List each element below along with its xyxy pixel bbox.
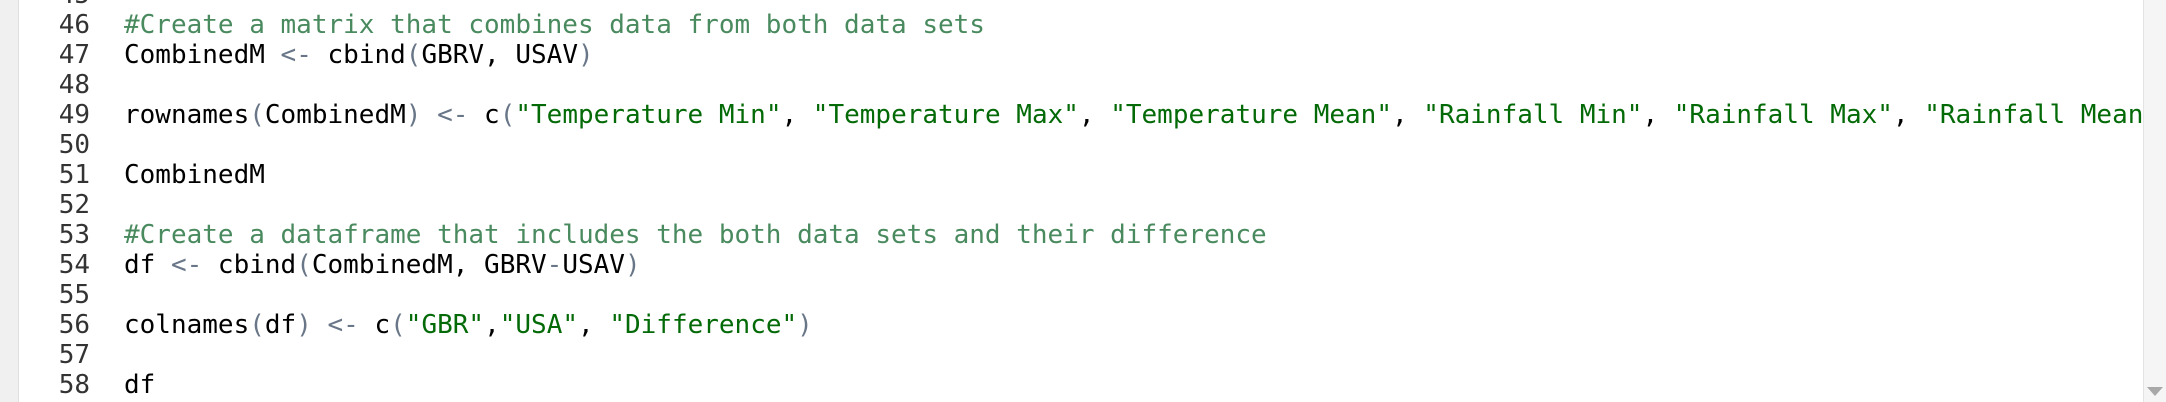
code-line[interactable]: 53 #Create a dataframe that includes the … — [18, 220, 2144, 250]
code-operator: <- — [170, 250, 203, 280]
line-number: 49 — [58, 100, 90, 130]
code-token: , — [484, 310, 500, 340]
line-number: 55 — [58, 280, 90, 310]
code-comment: #Create a matrix that combines data from… — [124, 10, 985, 40]
code-line[interactable]: 56 colnames(df) <- c("GBR","USA", "Differ… — [18, 310, 2144, 340]
line-number: 46 — [58, 10, 90, 40]
code-line[interactable]: 49 rownames(CombinedM) <- c("Temperature … — [18, 100, 2166, 130]
code-string: "Temperature Min" — [515, 100, 782, 130]
code-operator: ) — [296, 310, 312, 340]
code-operator: <- — [437, 100, 469, 130]
code-token: CombinedM, GBRV — [311, 250, 547, 280]
editor-gutter — [0, 0, 19, 402]
code-text[interactable]: df — [124, 370, 155, 400]
code-string: "GBR" — [405, 310, 485, 340]
code-string: "Temperature Max" — [812, 100, 1079, 130]
code-text[interactable]: df <- cbind(CombinedM, GBRV-USAV) — [124, 250, 641, 280]
code-string: "Temperature Mean" — [1110, 100, 1392, 130]
code-string: "Rainfall Max" — [1673, 100, 1893, 130]
code-line[interactable]: 55 — [18, 280, 2144, 310]
code-line[interactable]: 50 — [18, 130, 2144, 160]
code-operator: ( — [249, 100, 265, 130]
code-token: colnames — [124, 310, 250, 340]
code-token: USAV — [562, 250, 625, 280]
code-text[interactable]: #Create a matrix that combines data from… — [124, 10, 985, 40]
line-number: 57 — [58, 340, 90, 370]
code-text[interactable]: colnames(df) <- c("GBR","USA", "Differen… — [124, 310, 813, 340]
code-operator: ) — [624, 250, 641, 280]
code-token: c — [468, 100, 500, 130]
code-token: , — [1391, 100, 1424, 130]
code-text[interactable]: #Create a dataframe that includes the bo… — [124, 220, 1267, 250]
code-line[interactable]: 48 — [18, 70, 2144, 100]
line-number: 53 — [58, 220, 90, 250]
code-operator: ) — [577, 40, 594, 70]
code-text[interactable]: CombinedM <- cbind(GBRV, USAV) — [124, 40, 594, 70]
code-operator: <- — [280, 40, 312, 70]
scroll-down-arrow-icon[interactable] — [2147, 387, 2163, 396]
code-operator: ( — [499, 100, 516, 130]
code-token: , — [1078, 100, 1111, 130]
code-operator: ( — [405, 40, 422, 70]
code-string: "Rainfall Min" — [1423, 100, 1643, 130]
line-number: 47 — [58, 40, 90, 70]
line-number: 54 — [58, 250, 90, 280]
line-number: 48 — [58, 70, 90, 100]
code-token: GBRV, USAV — [421, 40, 578, 70]
code-text[interactable]: CombinedM — [124, 160, 265, 190]
line-number: 51 — [58, 160, 90, 190]
vertical-scrollbar[interactable] — [2143, 0, 2166, 402]
code-string: "Rainfall Mean" — [1924, 100, 2160, 130]
code-operator: - — [546, 250, 563, 280]
code-token: rownames — [124, 100, 250, 130]
code-token: , — [1892, 100, 1925, 130]
code-token: CombinedM — [124, 160, 265, 190]
code-token: c — [358, 310, 391, 340]
code-line[interactable]: 52 — [18, 190, 2144, 220]
code-operator: ) — [797, 310, 813, 340]
code-comment: #Create a dataframe that includes the bo… — [124, 220, 1267, 250]
code-line[interactable]: 46 #Create a matrix that combines data fr… — [18, 10, 2144, 40]
code-token: df — [124, 250, 171, 280]
code-string: "Difference" — [609, 310, 798, 340]
code-token: , — [1642, 100, 1674, 130]
code-token: cbind — [311, 40, 406, 70]
line-number: 58 — [58, 370, 90, 400]
code-token: , — [781, 100, 813, 130]
code-line[interactable]: 47 CombinedM <- cbind(GBRV, USAV) — [18, 40, 2144, 70]
code-line[interactable]: 57 — [18, 340, 2144, 370]
code-operator: ) — [405, 100, 422, 130]
code-editor[interactable]: 4546 #Create a matrix that combines data … — [0, 0, 2166, 402]
code-line[interactable]: 51 CombinedM — [18, 160, 2144, 190]
code-operator: ( — [249, 310, 265, 340]
code-line[interactable]: 45 — [18, 0, 2144, 10]
code-line[interactable]: 58 df — [18, 370, 2144, 400]
code-token: CombinedM — [264, 100, 406, 130]
line-number: 45 — [18, 0, 124, 10]
code-token: cbind — [202, 250, 297, 280]
code-operator: ( — [296, 250, 312, 280]
code-operator: ( — [390, 310, 406, 340]
code-text[interactable]: rownames(CombinedM) <- c("Temperature Mi… — [124, 100, 2166, 130]
line-number: 50 — [58, 130, 90, 160]
code-lines[interactable]: 4546 #Create a matrix that combines data … — [18, 0, 2166, 400]
code-token: df — [264, 310, 297, 340]
code-line[interactable]: 54 df <- cbind(CombinedM, GBRV-USAV) — [18, 250, 2144, 280]
code-token: , — [578, 310, 610, 340]
code-string: "USA" — [499, 310, 579, 340]
code-operator: <- — [327, 310, 359, 340]
line-number: 56 — [58, 310, 90, 340]
code-token: CombinedM — [124, 40, 281, 70]
code-token: df — [124, 370, 156, 400]
line-number: 52 — [58, 190, 90, 220]
